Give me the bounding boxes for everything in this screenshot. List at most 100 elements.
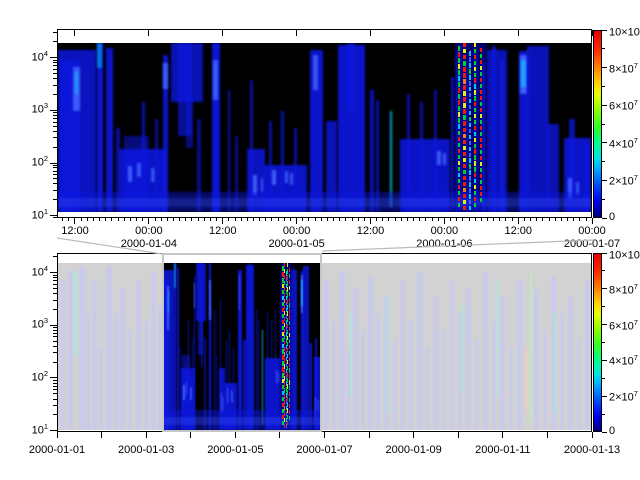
burst-dash-segment	[463, 128, 465, 132]
axis-tick	[413, 432, 414, 438]
axis-tick	[136, 218, 137, 221]
spectrogram-stripe	[68, 271, 73, 430]
spectrogram-stripe	[368, 276, 373, 430]
burst-dash-segment	[469, 153, 471, 157]
colorbar-tick-label: 2×107	[609, 390, 638, 404]
axis-tick	[53, 393, 57, 394]
burst-dash-segment	[474, 96, 476, 100]
burst-dash-segment	[469, 99, 471, 103]
axis-tick	[487, 218, 488, 221]
burst-dash-segment	[474, 126, 476, 130]
freq-tick-label: 104	[23, 265, 48, 279]
burst-dash-segment	[480, 120, 482, 124]
axis-tick	[530, 218, 531, 221]
time-tick-label: 12:00	[61, 226, 89, 237]
axis-tick	[53, 300, 57, 301]
burst-dash-segment	[474, 108, 476, 112]
axis-tick	[592, 30, 593, 36]
axis-tick	[50, 110, 57, 111]
axis-tick	[327, 218, 328, 221]
date-tick-label: 2000-01-09	[386, 445, 442, 456]
burst-dash-segment	[463, 85, 465, 89]
axis-tick	[50, 272, 57, 273]
burst-dash-segment	[469, 206, 471, 210]
axis-tick	[185, 218, 186, 221]
axis-tick	[50, 57, 57, 58]
colorbar-tick-label: 4×107	[609, 354, 638, 368]
burst-dash-segment	[474, 191, 476, 195]
axis-tick	[505, 218, 506, 221]
axis-tick	[148, 218, 149, 224]
date-tick-label: 2000-01-13	[564, 445, 620, 456]
date-tick-label: 2000-01-04	[121, 239, 177, 250]
burst-dash-segment	[480, 174, 482, 178]
burst-dash-segment	[480, 198, 482, 202]
axis-tick	[602, 105, 607, 106]
burst-dash-segment	[458, 137, 460, 141]
freq-tick-label: 103	[23, 102, 48, 116]
spectrogram-stripe	[332, 321, 336, 430]
axis-tick	[204, 218, 205, 221]
axis-tick	[53, 341, 57, 342]
burst-dash-segment	[480, 84, 482, 88]
axis-tick	[53, 284, 57, 285]
burst-dash-segment	[458, 76, 460, 80]
burst-dash-segment	[458, 191, 460, 195]
axis-tick	[53, 112, 57, 113]
burst-dash-segment	[480, 72, 482, 76]
axis-tick	[265, 218, 266, 221]
spectrogram-stripe	[585, 280, 590, 430]
axis-tick	[53, 280, 57, 281]
burst-dash-segment	[474, 185, 476, 189]
spectrogram-stripe	[290, 173, 293, 185]
burst-dash-segment	[480, 78, 482, 82]
burst-dash-segment	[474, 173, 476, 177]
spectrogram-stripe	[272, 170, 276, 185]
spectrogram-stripe	[61, 280, 65, 430]
burst-dash-segment	[480, 162, 482, 166]
spectrogram-stripe	[466, 60, 468, 212]
burst-dash-segment	[458, 161, 460, 165]
axis-tick	[222, 30, 223, 36]
axis-tick	[124, 218, 125, 221]
axis-tick	[146, 432, 147, 438]
burst-dash-segment	[469, 170, 471, 174]
spectrogram-stripe	[58, 198, 591, 206]
burst-dash-segment	[463, 176, 465, 180]
burst-dash-segment	[469, 182, 471, 186]
axis-tick	[425, 218, 426, 221]
axis-tick	[74, 218, 75, 224]
axis-tick	[290, 218, 291, 221]
spectrogram-stripe	[324, 280, 329, 430]
axis-tick	[50, 163, 57, 164]
burst-dash-segment	[474, 155, 476, 159]
axis-tick	[602, 396, 607, 397]
colorbar-tick-label: 0	[609, 212, 615, 223]
axis-tick	[279, 432, 280, 438]
time-selection-box[interactable]	[162, 253, 322, 432]
burst-dash-segment	[480, 180, 482, 184]
axis-tick	[499, 218, 500, 221]
detail-spectrogram-image	[58, 43, 591, 212]
spectrogram-stripe	[86, 313, 90, 430]
time-tick-label: 00:00	[283, 226, 311, 237]
spectrogram-stripe	[339, 271, 345, 430]
burst-dash-segment	[474, 138, 476, 142]
axis-tick	[105, 218, 106, 221]
burst-dash-segment	[474, 78, 476, 82]
burst-dash-segment	[463, 140, 465, 144]
spectrogram-stripe	[128, 166, 132, 181]
axis-tick	[370, 218, 371, 224]
burst-dash-segment	[463, 188, 465, 192]
spectrogram-stripe	[144, 321, 148, 430]
axis-tick	[259, 218, 260, 221]
axis-tick	[579, 218, 580, 221]
burst-dash-segment	[469, 200, 471, 204]
axis-tick	[53, 73, 57, 74]
burst-dash-segment	[480, 60, 482, 64]
axis-tick	[161, 218, 162, 221]
axis-tick	[118, 218, 119, 221]
axis-tick	[602, 324, 607, 325]
axis-tick	[382, 218, 383, 221]
burst-dash-segment	[469, 75, 471, 79]
